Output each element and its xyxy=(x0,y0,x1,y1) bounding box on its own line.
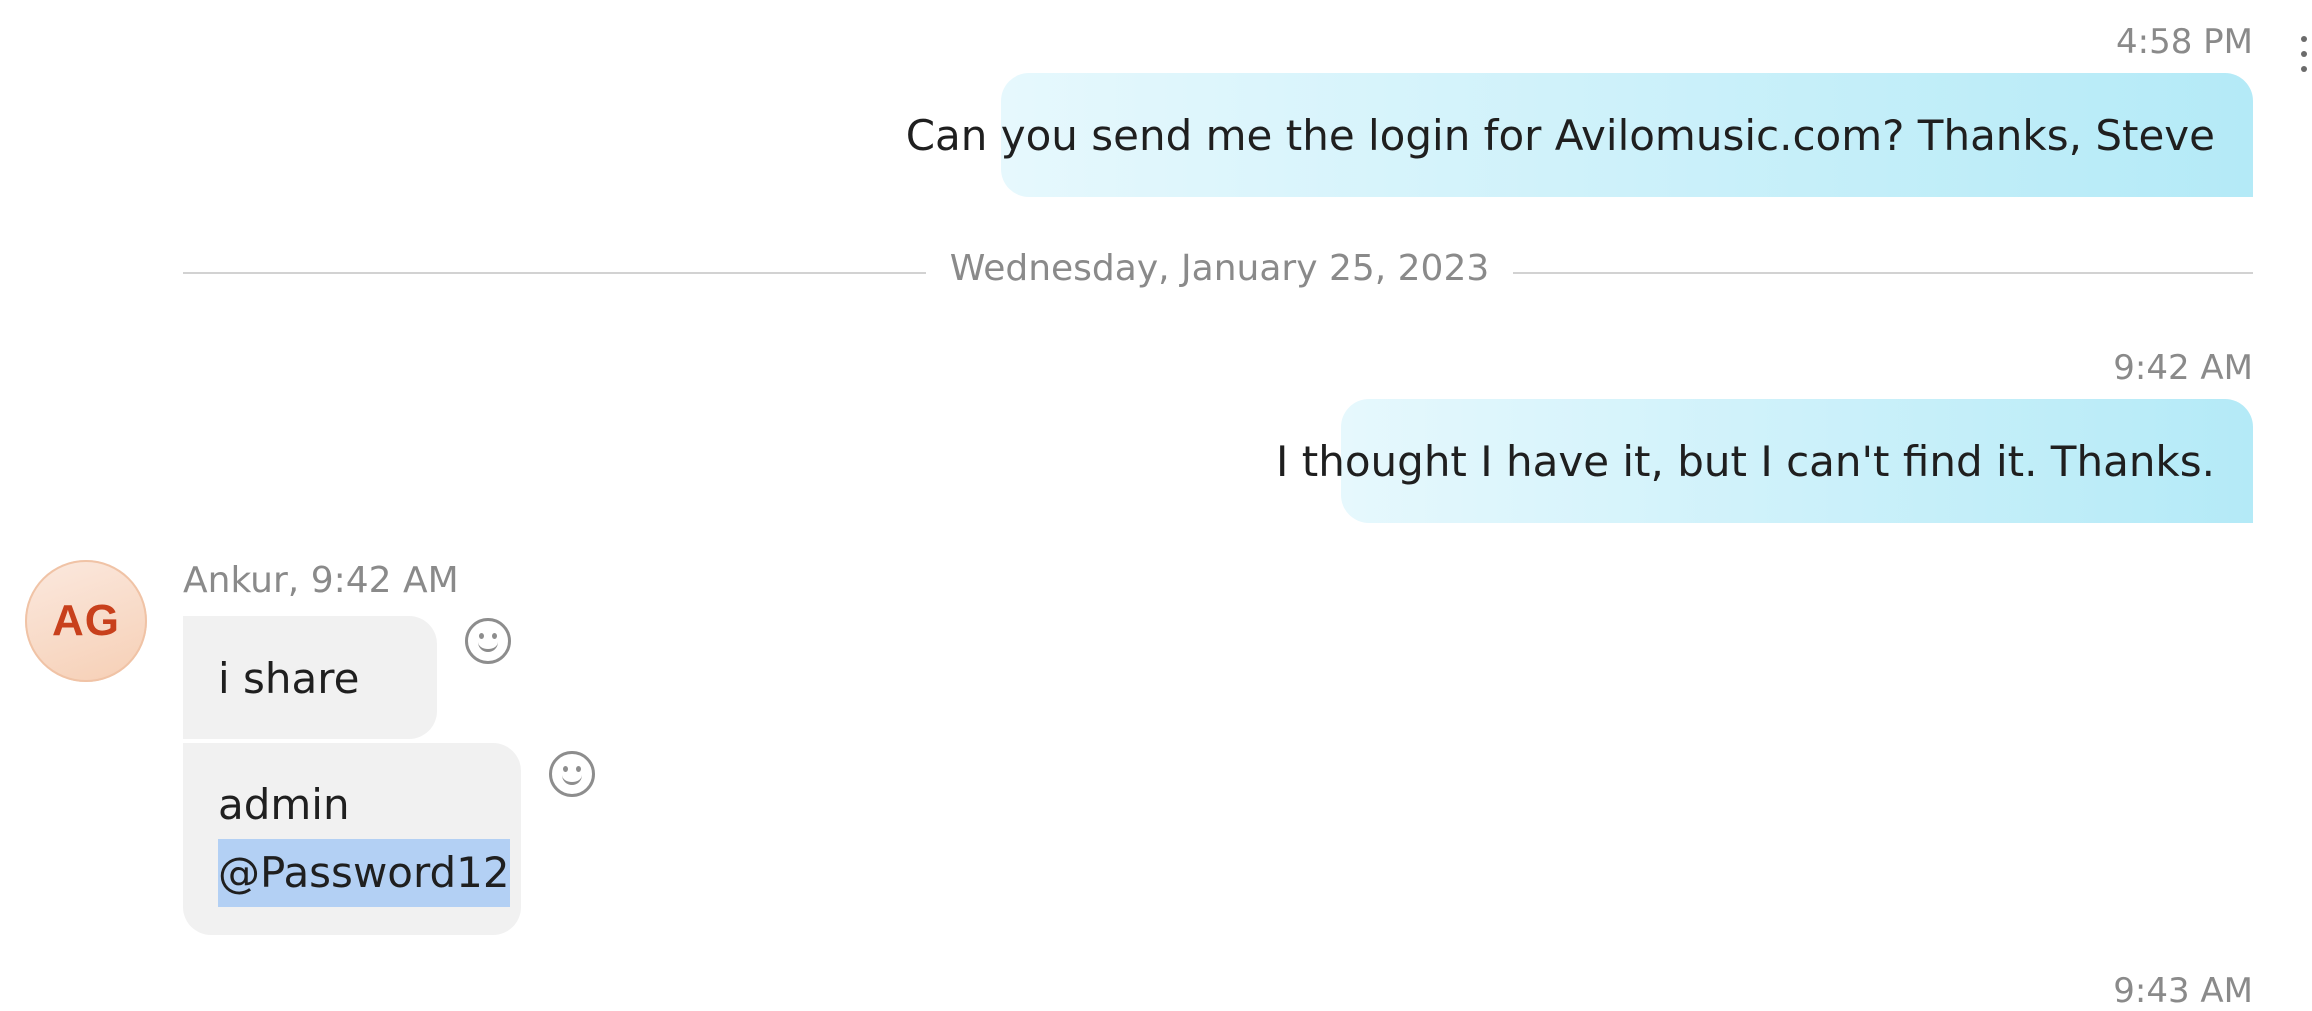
menu-dot xyxy=(2301,66,2307,72)
incoming-message-bubble[interactable]: admin @Password12 xyxy=(183,743,521,935)
smiley-face-icon[interactable] xyxy=(549,751,595,797)
avatar-initials: AG xyxy=(52,596,120,645)
incoming-message-bubble[interactable]: i share xyxy=(183,616,437,739)
message-timestamp: 9:42 AM xyxy=(2113,348,2253,388)
date-divider: Wednesday, January 25, 2023 xyxy=(183,248,2253,298)
menu-dot xyxy=(2301,51,2307,57)
chat-conversation: 4:58 PM Can you send me the login for Av… xyxy=(0,0,2312,1011)
more-options-icon[interactable] xyxy=(2296,36,2312,72)
outgoing-message-bubble[interactable]: Can you send me the login for Avilomusic… xyxy=(906,73,2253,197)
date-divider-label: Wednesday, January 25, 2023 xyxy=(949,248,1490,289)
message-text-line: admin xyxy=(218,780,350,829)
divider-line xyxy=(183,272,926,274)
message-timestamp: 9:43 AM xyxy=(2113,971,2253,1011)
outgoing-message-bubble[interactable]: I thought I have it, but I can't find it… xyxy=(1276,399,2253,523)
menu-dot xyxy=(2301,36,2307,42)
message-text: Can you send me the login for Avilomusic… xyxy=(905,110,2215,160)
sender-name-time: Ankur, 9:42 AM xyxy=(183,560,459,601)
divider-line xyxy=(1513,272,2253,274)
message-timestamp: 4:58 PM xyxy=(2116,22,2253,62)
message-text: I thought I have it, but I can't find it… xyxy=(1276,436,2215,486)
avatar[interactable]: AG xyxy=(25,560,147,682)
smiley-mouth xyxy=(478,635,498,652)
message-text: i share xyxy=(218,654,360,703)
smiley-mouth xyxy=(562,768,582,785)
smiley-face-icon[interactable] xyxy=(465,618,511,664)
selected-message-text[interactable]: @Password12 xyxy=(218,839,510,907)
